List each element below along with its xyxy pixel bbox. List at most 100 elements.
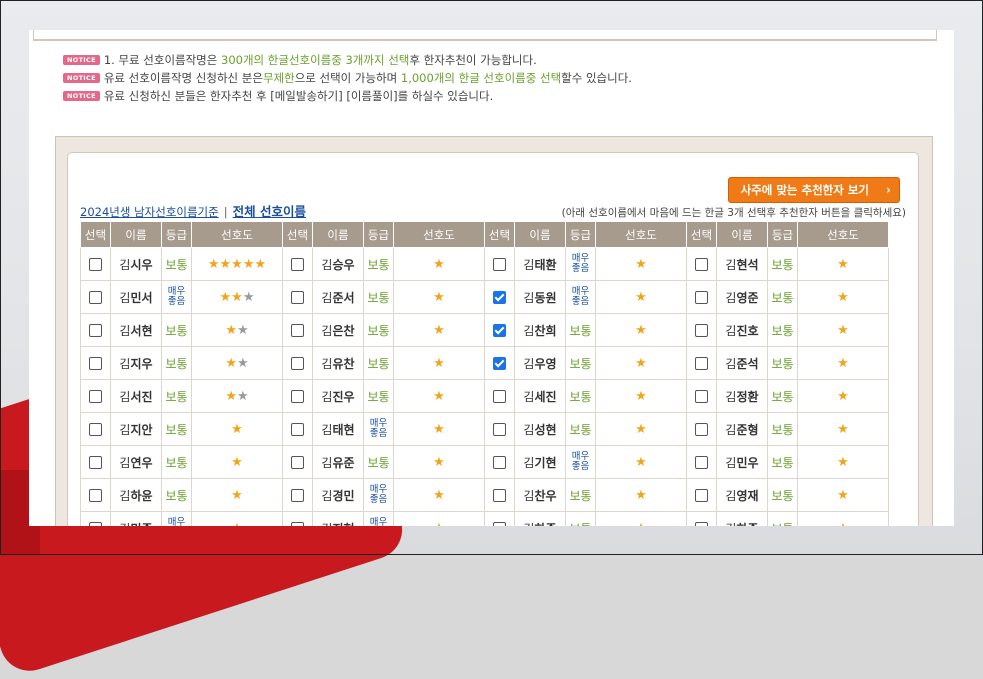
surname-text: 김 [725,488,737,503]
grade-cell: 보통 [767,379,798,413]
name-checkbox[interactable] [89,456,102,469]
name-checkbox[interactable] [493,390,506,403]
name-checkbox[interactable] [695,423,708,436]
surname-text: 김 [119,356,131,371]
name-checkbox[interactable] [291,324,304,337]
name-cell: 김정환 [716,379,768,413]
surname-text: 김 [119,455,131,470]
preference-cell: ★★★ [191,280,283,314]
preference-cell: ★★ [191,346,283,380]
name-cell: 김지현 [312,511,364,526]
surname-text: 김 [321,290,333,305]
year-filter-link[interactable]: 2024년생 남자선호이름기준 [80,205,219,219]
star-icon: ★ [635,388,647,404]
name-checkbox[interactable] [493,324,506,337]
preference-cell: ★ [797,346,889,380]
name-cell: 김찬희 [514,313,566,347]
preference-cell: ★ [595,412,687,446]
table-row: 김서현 보통 ★★ 김은찬 보통 ★ 김찬희 보통 ★ 김진호 보통 ★ [80,313,889,347]
name-cell: 김우영 [514,346,566,380]
grade-cell: 매우 좋음 [565,445,596,479]
select-cell [686,412,717,446]
name-checkbox[interactable] [291,291,304,304]
star-icon: ★ [635,355,647,371]
given-name-text: 성현 [534,422,557,437]
name-checkbox[interactable] [493,291,506,304]
rating-stars: ★ [433,257,445,272]
name-checkbox[interactable] [89,423,102,436]
star-icon: ★ [635,289,647,305]
grade-cell: 보통 [363,280,394,314]
name-checkbox[interactable] [89,390,102,403]
name-checkbox[interactable] [291,258,304,271]
name-checkbox[interactable] [695,456,708,469]
name-checkbox[interactable] [493,258,506,271]
grade-cell: 보통 [565,346,596,380]
select-header: 선택 [80,221,111,248]
preference-cell: ★ [595,445,687,479]
name-cell: 김기현 [514,445,566,479]
surname-text: 김 [119,323,131,338]
name-cell: 김준형 [716,412,768,446]
preference-header: 선호도 [797,221,889,248]
name-checkbox[interactable] [695,489,708,502]
select-cell [686,445,717,479]
grade-cell: 보통 [161,379,192,413]
rating-stars: ★ [837,389,849,404]
name-checkbox[interactable] [695,522,708,526]
star-icon: ★ [837,322,849,338]
name-checkbox[interactable] [695,291,708,304]
grade-cell: 보통 [767,511,798,526]
name-checkbox[interactable] [695,357,708,370]
name-checkbox[interactable] [291,522,304,526]
rating-stars: ★ [635,355,647,371]
name-checkbox[interactable] [695,258,708,271]
star-icon: ★ [837,289,849,305]
rating-stars: ★★ [225,323,248,338]
grade-cell: 매우 좋음 [565,247,596,281]
name-checkbox[interactable] [89,489,102,502]
grade-header: 등급 [363,221,394,248]
notice-2-text-c: 으로 선택이 가능하며 [294,71,401,85]
rating-stars: ★ [837,455,849,470]
name-checkbox[interactable] [493,456,506,469]
select-cell [484,478,515,512]
name-checkbox[interactable] [695,324,708,337]
given-name-text: 태현 [332,422,355,437]
name-cell: 김서진 [110,379,162,413]
name-checkbox[interactable] [89,522,102,526]
preference-cell: ★ [797,247,889,281]
name-checkbox[interactable] [291,423,304,436]
name-checkbox[interactable] [493,522,506,526]
name-list-inner: 사주에 맞는 추천한자 보기 › 2024년생 남자선호이름기준 | 전체 선호이름… [67,152,919,526]
name-checkbox[interactable] [291,357,304,370]
name-checkbox[interactable] [695,390,708,403]
name-checkbox[interactable] [89,258,102,271]
grade-cell: 보통 [161,247,192,281]
notice-badge: NOTICE [63,73,100,83]
star-icon: ★ [254,256,267,272]
name-cell: 김지우 [110,346,162,380]
given-name-text: 정환 [736,389,759,404]
star-icon: ★ [635,322,647,338]
grade-cell: 보통 [363,379,394,413]
name-checkbox[interactable] [493,489,506,502]
name-checkbox[interactable] [493,357,506,370]
name-checkbox[interactable] [291,390,304,403]
name-checkbox[interactable] [493,423,506,436]
name-checkbox[interactable] [89,357,102,370]
surname-text: 김 [523,356,535,371]
star-icon: ★ [837,487,849,503]
name-checkbox[interactable] [291,489,304,502]
given-name-text: 기현 [534,455,557,470]
name-checkbox[interactable] [89,291,102,304]
star-icon: ★ [635,454,647,470]
name-cell: 김태환 [514,247,566,281]
name-checkbox[interactable] [291,456,304,469]
recommend-hanja-button[interactable]: 사주에 맞는 추천한자 보기 › [727,177,900,203]
name-header: 이름 [514,221,566,248]
all-names-link[interactable]: 전체 선호이름 [233,204,306,219]
grade-cell: 보통 [363,445,394,479]
name-cell: 김성현 [514,412,566,446]
name-checkbox[interactable] [89,324,102,337]
